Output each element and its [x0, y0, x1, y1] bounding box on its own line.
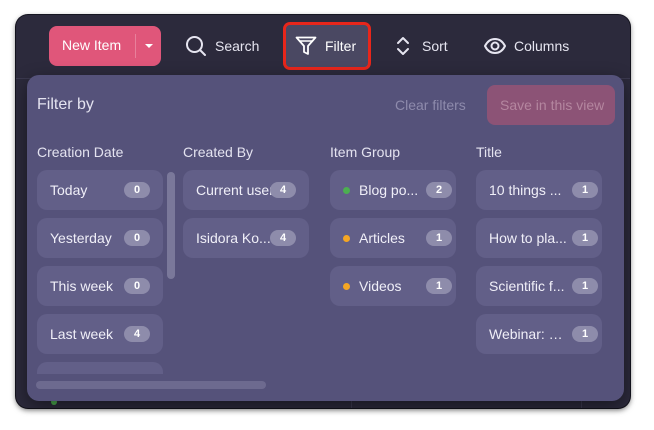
filter-column-header: Title	[476, 144, 502, 160]
filter-column-created-by: Created By Current user 4 Isidora Ko... …	[183, 144, 313, 374]
new-item-label: New Item	[62, 37, 122, 53]
filter-column-header: Item Group	[330, 144, 401, 160]
search-icon	[186, 36, 206, 56]
sort-label: Sort	[422, 38, 448, 54]
filter-option-count: 0	[124, 278, 150, 294]
eye-icon	[484, 37, 506, 55]
filter-option-count: 0	[124, 230, 150, 246]
filter-panel: Filter by Clear filters Save in this vie…	[27, 75, 624, 401]
filter-column-creation-date: Creation Date Today 0 Yesterday 0 This w…	[37, 144, 167, 374]
group-color-dot	[343, 187, 350, 194]
filter-option-label: Isidora Ko...	[196, 230, 271, 246]
filter-option-last-week[interactable]: Last week 4	[37, 314, 163, 354]
filter-option-count: 1	[572, 326, 598, 342]
group-color-dot	[343, 235, 350, 242]
filter-column-item-group: Item Group Blog po... 2 Articles 1 Video…	[330, 144, 460, 374]
filter-option-blog-posts[interactable]: Blog po... 2	[330, 170, 456, 210]
sort-arrows-icon	[397, 37, 409, 55]
filter-option-label: Webinar: P...	[489, 326, 567, 342]
filter-option-count: 1	[572, 278, 598, 294]
filter-button[interactable]: Filter	[286, 25, 368, 67]
filter-option-title-1[interactable]: 10 things ... 1	[476, 170, 602, 210]
filter-option-label: Yesterday	[50, 230, 112, 246]
filter-option-title-3[interactable]: Scientific f... 1	[476, 266, 602, 306]
filter-panel-title: Filter by	[37, 96, 94, 113]
filter-option-count: 1	[426, 278, 452, 294]
vertical-scrollbar[interactable]	[167, 172, 175, 279]
filter-option-partial[interactable]	[37, 362, 163, 374]
filter-option-count: 0	[124, 182, 150, 198]
columns-button[interactable]: Columns	[484, 26, 579, 66]
filter-option-label: Articles	[359, 230, 405, 246]
horizontal-scrollbar[interactable]	[36, 381, 266, 389]
filter-option-label: Scientific f...	[489, 278, 565, 294]
filter-option-label: Current user	[196, 182, 274, 198]
chevron-down-icon[interactable]	[143, 39, 155, 55]
filter-label: Filter	[325, 38, 357, 54]
filter-option-count: 2	[426, 182, 452, 198]
filter-column-header: Creation Date	[37, 144, 124, 160]
filter-option-count: 4	[270, 182, 296, 198]
filter-option-yesterday[interactable]: Yesterday 0	[37, 218, 163, 258]
filter-option-label: Blog po...	[359, 182, 419, 198]
filter-column-header: Created By	[183, 144, 254, 160]
new-item-divider	[135, 34, 136, 58]
columns-label: Columns	[514, 38, 570, 54]
filter-option-label: Videos	[359, 278, 402, 294]
app-window: New Item Search Filter Sort Columns Filt…	[16, 15, 630, 408]
toolbar: New Item Search Filter Sort Columns	[16, 15, 630, 77]
search-button[interactable]: Search	[185, 26, 265, 66]
filter-option-title-2[interactable]: How to pla... 1	[476, 218, 602, 258]
search-label: Search	[215, 38, 260, 54]
clear-filters-button[interactable]: Clear filters	[395, 97, 466, 113]
filter-option-articles[interactable]: Articles 1	[330, 218, 456, 258]
filter-option-this-week[interactable]: This week 0	[37, 266, 163, 306]
new-item-button[interactable]: New Item	[49, 26, 161, 66]
filter-column-title: Title 10 things ... 1 How to pla... 1 Sc…	[476, 144, 606, 374]
filter-option-current-user[interactable]: Current user 4	[183, 170, 309, 210]
filter-option-count: 4	[124, 326, 150, 342]
save-in-view-button[interactable]: Save in this view	[487, 85, 615, 125]
group-color-dot	[343, 283, 350, 290]
filter-option-label: This week	[50, 278, 114, 294]
filter-option-videos[interactable]: Videos 1	[330, 266, 456, 306]
background-table-divider	[351, 401, 352, 408]
save-in-view-label: Save in this view	[500, 97, 605, 113]
filter-option-isidora[interactable]: Isidora Ko... 4	[183, 218, 309, 258]
filter-option-count: 1	[572, 230, 598, 246]
filter-option-label: How to pla...	[489, 230, 567, 246]
filter-option-count: 1	[572, 182, 598, 198]
filter-option-count: 1	[426, 230, 452, 246]
filter-option-today[interactable]: Today 0	[37, 170, 163, 210]
sort-button[interactable]: Sort	[396, 26, 466, 66]
background-table-divider	[581, 401, 582, 408]
filter-option-label: Today	[50, 182, 88, 198]
filter-option-count: 4	[270, 230, 296, 246]
filter-option-label: 10 things ...	[489, 182, 562, 198]
filter-option-title-4[interactable]: Webinar: P... 1	[476, 314, 602, 354]
filter-funnel-icon	[295, 36, 317, 55]
filter-option-label: Last week	[50, 326, 114, 342]
